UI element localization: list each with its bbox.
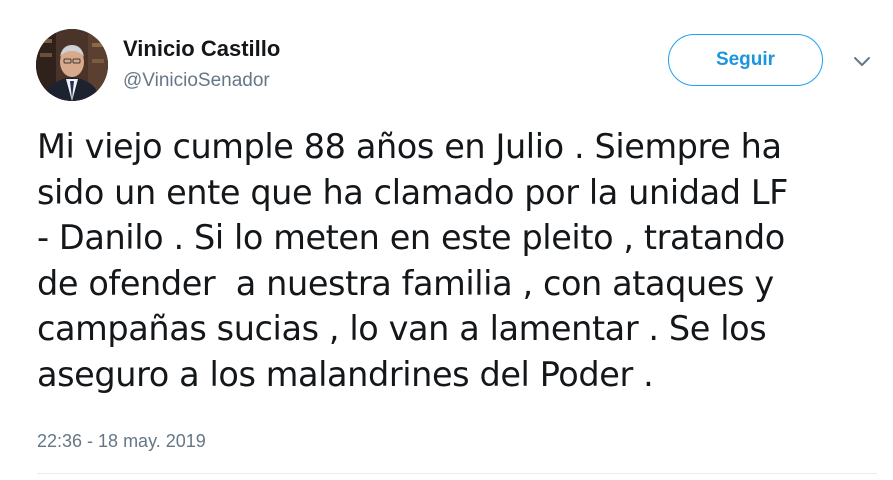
tweet-text-line: - Danilo . Si lo meten en este pleito , … [37, 218, 785, 257]
author-name[interactable]: Vinicio Castillo [123, 36, 280, 62]
tweet-text-line: de ofender a nuestra familia , con ataqu… [37, 263, 774, 303]
tweet-text-line: aseguro a los malandrines del Poder . [37, 354, 654, 394]
divider [37, 473, 877, 474]
tweet-text-line: sido un ente que ha clamado por la unida… [37, 172, 788, 212]
follow-button[interactable]: Seguir [668, 34, 823, 86]
profile-photo-icon [36, 29, 108, 101]
tweet-timestamp[interactable]: 22:36 - 18 may. 2019 [37, 430, 206, 452]
follow-button-label: Seguir [715, 49, 776, 70]
chevron-down-icon[interactable] [851, 54, 873, 70]
tweet-text-line: Mi viejo cumple 88 años en Julio . Siemp… [37, 127, 782, 166]
tweet-text-line: campañas sucias , lo van a lamentar . Se… [37, 309, 767, 348]
tweet-text: Mi viejo cumple 88 años en Julio . Siemp… [37, 124, 887, 397]
avatar[interactable] [36, 29, 108, 101]
author-handle[interactable]: @VinicioSenador [123, 70, 270, 92]
